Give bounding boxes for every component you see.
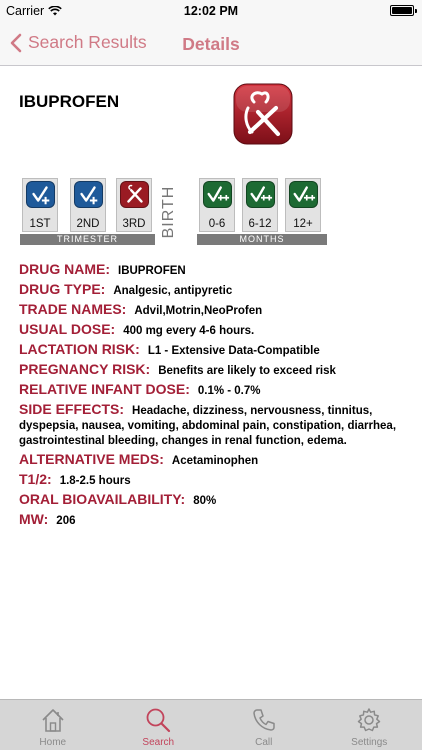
risk-cell-months-12-plus: 12+ (285, 178, 321, 232)
tab-search[interactable]: Search (106, 700, 212, 750)
info-relative-infant-dose: RELATIVE INFANT DOSE: 0.1% - 0.7% (19, 381, 261, 398)
status-time: 12:02 PM (183, 4, 239, 18)
birth-label: BIRTH (160, 185, 177, 239)
risk-cell-trimester-2: 2ND (70, 178, 106, 232)
search-icon (146, 708, 171, 733)
caution-x-icon (120, 181, 149, 208)
tab-call[interactable]: Call (211, 700, 317, 750)
info-trade-names: TRADE NAMES: Advil,Motrin,NeoProfen (19, 301, 263, 318)
info-usual-dose: USUAL DOSE: 400 mg every 4-6 hours. (19, 321, 255, 338)
months-bar: MONTHS (197, 234, 327, 245)
risk-cell-months-6-12: 6-12 (242, 178, 278, 232)
app-logo-icon (232, 82, 294, 148)
safe-plus-icon (26, 181, 55, 208)
tab-home[interactable]: Home (0, 700, 106, 750)
risk-cell-trimester-1: 1ST (22, 178, 58, 232)
risk-chart: 1ST 2ND 3RD BIRTH 0-6 6-12 12+ TRIMESTER… (19, 178, 331, 248)
nav-bar: Search Results Details (0, 22, 422, 66)
drug-info-list: DRUG NAME: IBUPROFEN DRUG TYPE: Analgesic,… (19, 262, 409, 532)
tab-settings[interactable]: Settings (317, 700, 422, 750)
safe-double-plus-icon (246, 181, 275, 208)
info-lactation-risk: LACTATION RISK: L1 - Extensive Data-Compa… (19, 341, 320, 358)
safe-double-plus-icon (289, 181, 318, 208)
tab-bar: Home Search Call Settings (0, 699, 422, 750)
safe-plus-icon (74, 181, 103, 208)
info-drug-name: DRUG NAME: IBUPROFEN (19, 261, 186, 278)
battery-icon (390, 5, 417, 16)
risk-cell-months-0-6: 0-6 (199, 178, 235, 232)
nav-title: Details (182, 34, 240, 54)
info-side-effects: SIDE EFFECTS: Headache, dizziness, nervou… (19, 401, 397, 448)
risk-cell-trimester-3: 3RD (116, 178, 152, 232)
info-alternative-meds: ALTERNATIVE MEDS: Acetaminophen (19, 451, 259, 468)
info-drug-type: DRUG TYPE: Analgesic, antipyretic (19, 281, 233, 298)
status-bar: Carrier 12:02 PM (0, 0, 422, 22)
home-icon (42, 709, 64, 732)
info-pregnancy-risk: PREGNANCY RISK: Benefits are likely to ex… (19, 361, 336, 378)
info-molecular-weight: MW: 206 (19, 511, 76, 528)
info-half-life: T1/2: 1.8-2.5 hours (19, 471, 131, 488)
drug-title: IBUPROFEN (19, 92, 120, 111)
trimester-bar: TRIMESTER (20, 234, 155, 245)
safe-double-plus-icon (203, 181, 232, 208)
info-oral-bioavailability: ORAL BIOAVAILABILITY: 80% (19, 491, 217, 508)
phone-icon (253, 709, 275, 731)
gear-icon (358, 708, 381, 732)
